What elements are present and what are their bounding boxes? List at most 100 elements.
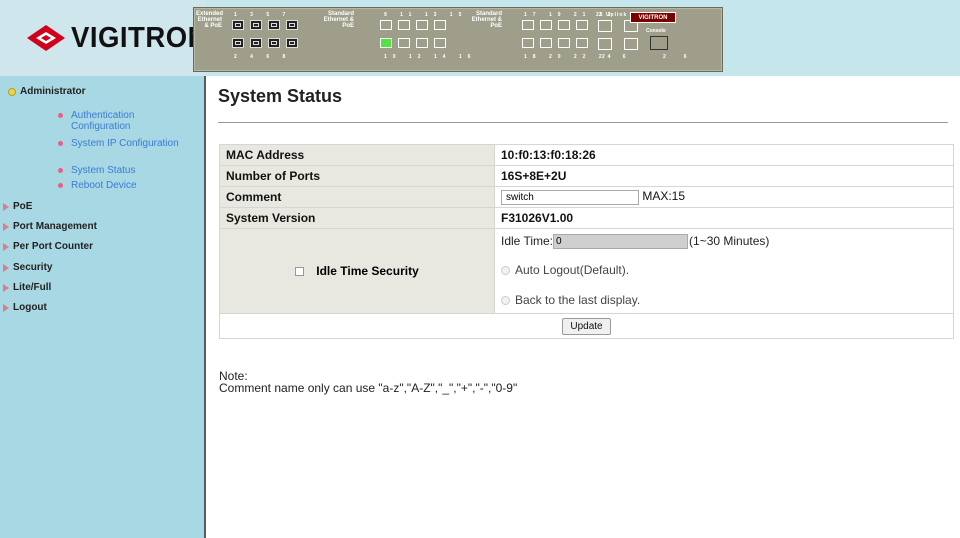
port-22[interactable]: [558, 38, 570, 48]
port-10[interactable]: [380, 38, 392, 48]
arrow-right-icon: [3, 263, 9, 272]
mac-address-label: MAC Address: [219, 144, 495, 166]
sidebar-item-label: Per Port Counter: [13, 241, 94, 252]
number-of-ports-label: Number of Ports: [219, 165, 495, 187]
auto-logout-radio[interactable]: [501, 265, 510, 275]
system-status-table: MAC Address 10:f0:13:f0:18:26 Number of …: [219, 144, 954, 339]
port-15[interactable]: [434, 20, 446, 30]
system-version-value: F31026V1.00: [494, 207, 954, 229]
sidebar-subitem-label: Reboot Device: [71, 180, 137, 191]
sidebar-section-label: Administrator: [20, 86, 86, 97]
back-to-last-label: Back to the last display.: [515, 293, 641, 307]
port-8[interactable]: [286, 38, 298, 48]
auto-logout-label: Auto Logout(Default).: [515, 263, 630, 277]
uplink-bottom-numbers: 26 26: [602, 54, 705, 60]
table-row: Number of Ports 16S+8E+2U: [219, 165, 954, 187]
port-6[interactable]: [268, 38, 280, 48]
sidebar-item-label: Port Management: [13, 221, 97, 232]
switch-front-panel: Extended Ethernet & PoE 1 3 5 7 2 4 6 8 …: [193, 7, 723, 72]
uplink-port-25a[interactable]: [598, 20, 612, 32]
uplink-port-26b[interactable]: [624, 38, 638, 50]
sidebar-item-poe[interactable]: PoE: [3, 201, 32, 212]
sidebar-item-label: Logout: [13, 302, 47, 313]
sidebar-section-administrator[interactable]: Administrator: [8, 86, 86, 97]
vigitron-logo-icon: [27, 25, 65, 51]
port-3[interactable]: [250, 20, 262, 30]
brand-name: VIGITRON: [71, 21, 208, 54]
sidebar-item-authentication-configuration[interactable]: Authentication Configuration: [58, 110, 191, 132]
back-to-last-radio[interactable]: [501, 295, 510, 305]
idle-settings-cell: Idle Time: (1~30 Minutes) Auto Logout(De…: [494, 228, 954, 314]
port-7[interactable]: [286, 20, 298, 30]
port-11[interactable]: [398, 20, 410, 30]
folder-open-icon: [8, 87, 16, 96]
idle-time-row: Idle Time: (1~30 Minutes): [501, 229, 947, 253]
port-16[interactable]: [434, 38, 446, 48]
port-19[interactable]: [540, 20, 552, 30]
console-port[interactable]: [650, 36, 668, 50]
sidebar-item-lite-full[interactable]: Lite/Full: [3, 282, 51, 293]
sidebar-item-per-port-counter[interactable]: Per Port Counter: [3, 241, 93, 252]
arrow-right-icon: [3, 222, 9, 231]
port-17[interactable]: [522, 20, 534, 30]
group1-bottom-numbers: 2 4 6 8: [234, 54, 292, 60]
port-14[interactable]: [416, 38, 428, 48]
sidebar-item-reboot-device[interactable]: Reboot Device: [58, 180, 137, 191]
idle-time-input[interactable]: [553, 233, 689, 249]
port-24[interactable]: [576, 38, 588, 48]
port-4[interactable]: [250, 38, 262, 48]
sidebar-item-label: PoE: [13, 201, 33, 212]
table-row: MAC Address 10:f0:13:f0:18:26: [219, 144, 954, 166]
arrow-right-icon: [3, 303, 9, 312]
port-20[interactable]: [540, 38, 552, 48]
auto-logout-option[interactable]: Auto Logout(Default).: [501, 253, 947, 287]
sidebar-item-port-management[interactable]: Port Management: [3, 221, 97, 232]
bullet-icon: [58, 168, 63, 173]
arrow-right-icon: [3, 242, 9, 251]
comment-label: Comment: [219, 186, 495, 208]
group2-top-numbers: 9 11 13 15: [384, 12, 468, 18]
port-12[interactable]: [398, 38, 410, 48]
port-9[interactable]: [380, 20, 392, 30]
note-text: Comment name only can use "a-z","A-Z","_…: [219, 381, 518, 395]
uplink-port-26a[interactable]: [598, 38, 612, 50]
port-1[interactable]: [232, 20, 244, 30]
mac-address-value: 10:f0:13:f0:18:26: [494, 144, 954, 166]
header: VIGITRON Extended Ethernet & PoE 1 3 5 7…: [0, 0, 960, 76]
sidebar-item-logout[interactable]: Logout: [3, 302, 47, 313]
port-21[interactable]: [558, 20, 570, 30]
update-cell: Update: [219, 313, 954, 339]
arrow-right-icon: [3, 202, 9, 211]
group3-label: Standard Ethernet & PoE: [471, 11, 502, 29]
port-5[interactable]: [268, 20, 280, 30]
port-23[interactable]: [576, 20, 588, 30]
sidebar-item-label: Lite/Full: [13, 282, 52, 293]
bullet-icon: [58, 113, 63, 118]
comment-max-hint: MAX:15: [642, 189, 686, 204]
arrow-right-icon: [3, 283, 9, 292]
port-18[interactable]: [522, 38, 534, 48]
back-to-last-option[interactable]: Back to the last display.: [501, 287, 947, 313]
sidebar-item-system-status[interactable]: System Status: [58, 165, 135, 176]
main-content: System Status MAC Address 10:f0:13:f0:18…: [206, 76, 960, 538]
group1-top-numbers: 1 3 5 7: [234, 12, 292, 18]
system-version-label: System Version: [219, 207, 495, 229]
table-row: System Version F31026V1.00: [219, 207, 954, 229]
sidebar-item-security[interactable]: Security: [3, 262, 52, 273]
group2-label: Standard Ethernet & PoE: [323, 11, 354, 29]
port-2[interactable]: [232, 38, 244, 48]
table-row: Update: [219, 313, 954, 339]
idle-security-checkbox[interactable]: [295, 267, 305, 277]
bullet-icon: [58, 183, 63, 188]
port-13[interactable]: [416, 20, 428, 30]
sidebar-item-system-ip-configuration[interactable]: System IP Configuration: [58, 138, 181, 149]
group2-bottom-numbers: 10 12 14 16: [384, 54, 477, 60]
update-button[interactable]: Update: [562, 317, 611, 335]
sidebar-subitem-label: System IP Configuration: [71, 138, 179, 149]
title-divider: [218, 122, 948, 123]
console-label: Console: [646, 28, 666, 34]
comment-input[interactable]: [501, 189, 639, 205]
idle-security-cell: Idle Time Security: [219, 228, 495, 314]
sidebar-item-label: Security: [13, 262, 53, 273]
page-title: System Status: [218, 86, 343, 106]
